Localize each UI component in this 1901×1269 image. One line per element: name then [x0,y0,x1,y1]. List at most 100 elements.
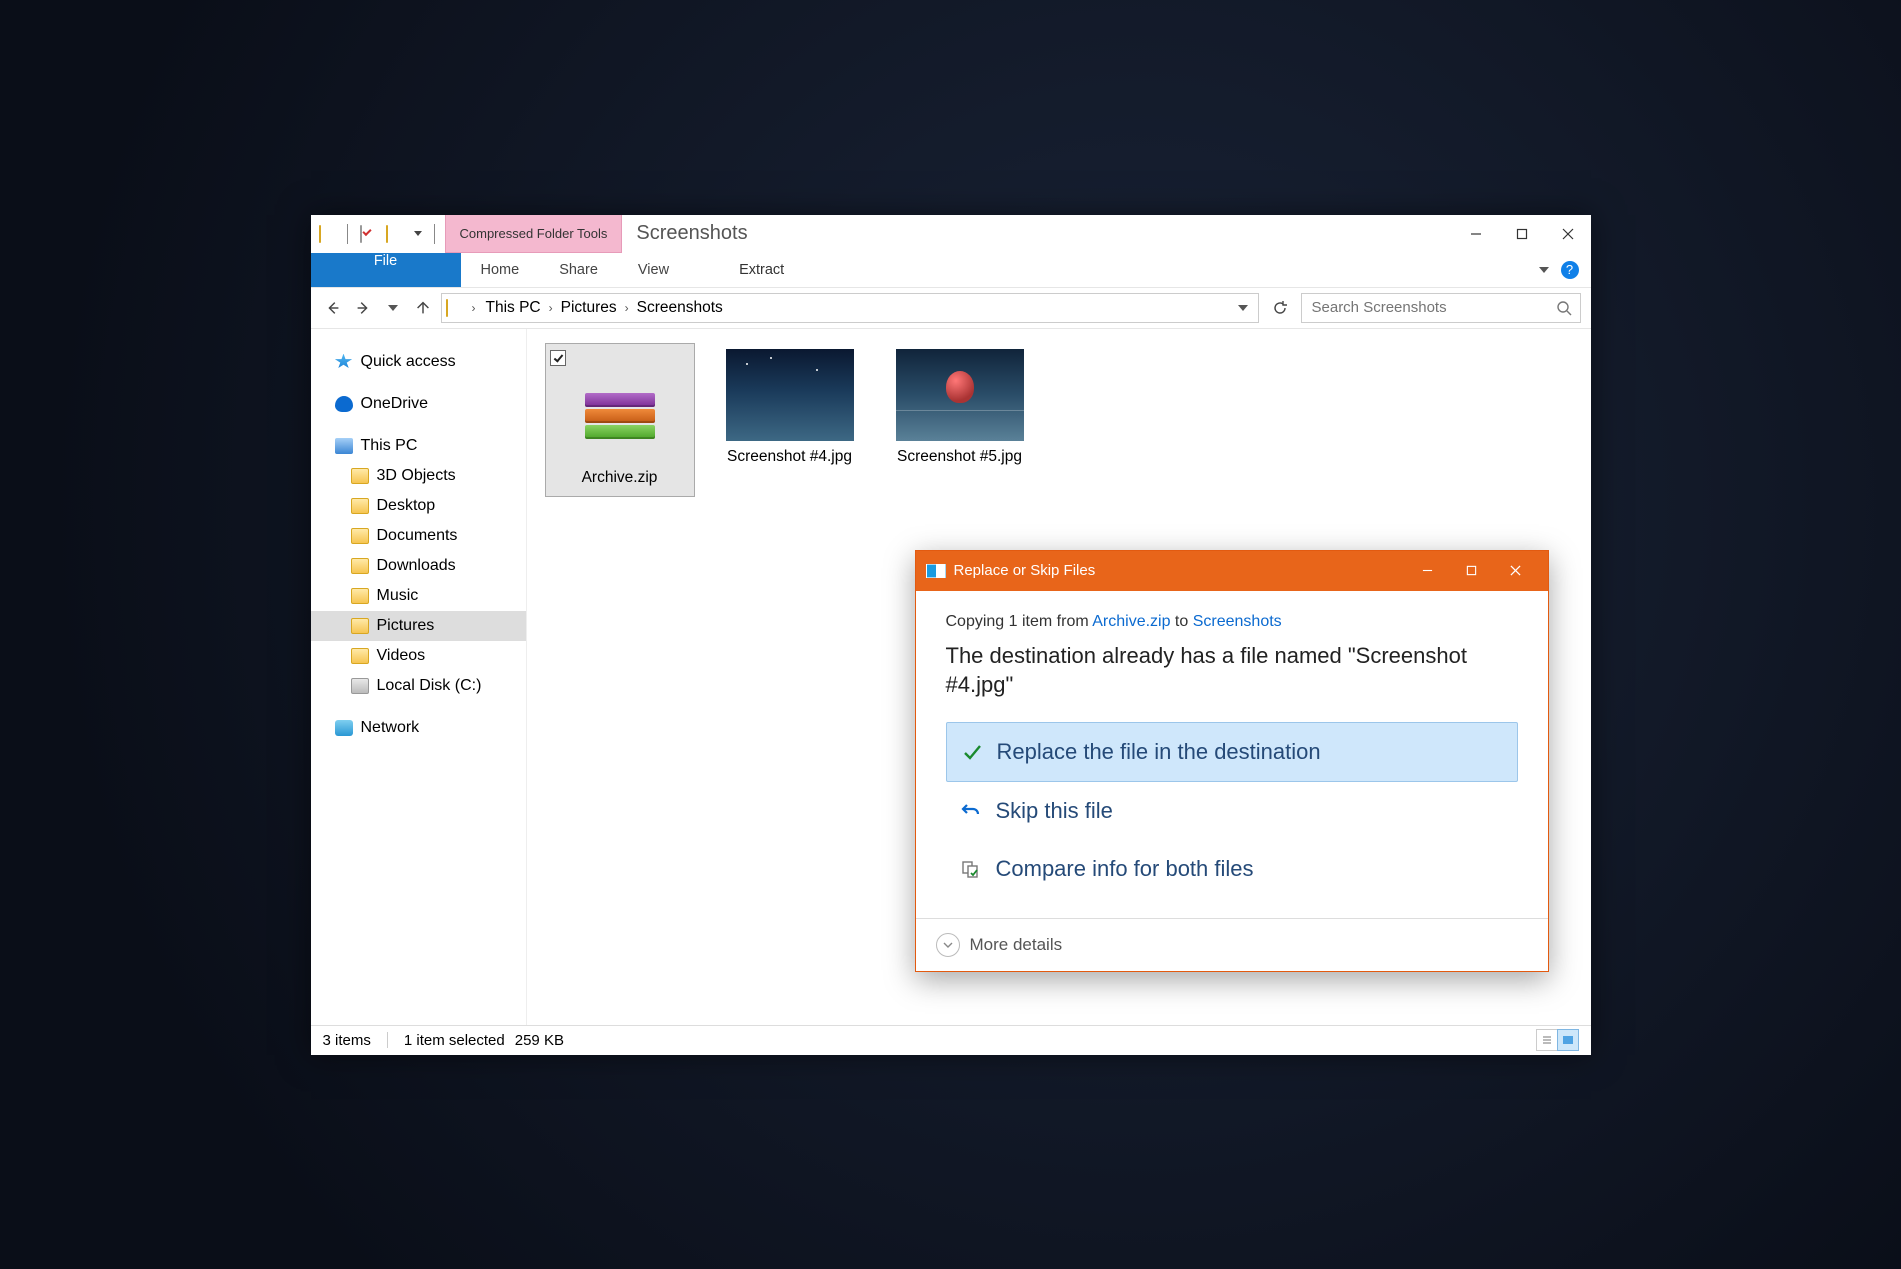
status-bar: 3 items 1 item selected 259 KB [311,1025,1591,1055]
image-thumbnail [896,349,1024,441]
address-bar[interactable]: › This PC › Pictures › Screenshots [441,293,1259,323]
crumb-this-pc[interactable]: This PC [486,299,541,317]
folder-icon [319,226,335,242]
network-icon [335,720,353,736]
more-details-button[interactable]: More details [970,935,1063,955]
sidebar-item-music[interactable]: Music [311,581,526,611]
folder-icon [351,618,369,634]
copy-mid: to [1170,613,1192,630]
status-size: 259 KB [515,1032,564,1049]
breadcrumb: This PC › Pictures › Screenshots [486,299,723,317]
tab-share[interactable]: Share [539,253,618,287]
option-label: Compare info for both files [996,856,1254,882]
search-input[interactable] [1310,298,1556,317]
sidebar-item-onedrive[interactable]: OneDrive [311,389,526,419]
details-view-button[interactable] [1536,1029,1558,1051]
sidebar-item-label: Pictures [377,617,435,635]
sidebar-item-desktop[interactable]: Desktop [311,491,526,521]
file-explorer-window: Compressed Folder Tools Screenshots File… [311,215,1591,1055]
sidebar-item-videos[interactable]: Videos [311,641,526,671]
sidebar-item-label: OneDrive [361,395,429,413]
selection-checkbox[interactable] [550,350,566,366]
window-controls [1453,215,1591,253]
forward-button[interactable] [351,296,375,320]
sidebar-item-pictures[interactable]: Pictures [311,611,526,641]
address-dropdown-button[interactable] [1232,297,1254,319]
quick-access-toolbar [311,215,445,253]
properties-icon[interactable] [360,226,376,242]
archive-icon [556,370,684,462]
sidebar-item-downloads[interactable]: Downloads [311,551,526,581]
thumbnail-icon [1562,1034,1574,1046]
option-replace[interactable]: Replace the file in the destination [946,722,1518,782]
sidebar-item-documents[interactable]: Documents [311,521,526,551]
dialog-minimize-button[interactable] [1406,551,1450,591]
sidebar-item-network[interactable]: Network [311,713,526,743]
search-box[interactable] [1301,293,1581,323]
file-name: Screenshot #4.jpg [727,447,852,468]
new-folder-icon[interactable] [386,226,402,242]
dialog-copy-status: Copying 1 item from Archive.zip to Scree… [946,613,1518,631]
tab-home[interactable]: Home [461,253,540,287]
navigation-pane: Quick access OneDrive This PC 3D Objects… [311,329,527,1025]
dialog-maximize-button[interactable] [1450,551,1494,591]
chevron-right-icon: › [625,301,629,315]
back-button[interactable] [321,296,345,320]
tab-extract[interactable]: Extract [719,253,804,287]
sidebar-item-quick-access[interactable]: Quick access [311,347,526,377]
ribbon-tabs: File Home Share View Extract ? [311,253,1591,287]
sidebar-item-label: Desktop [377,497,436,515]
file-item-screenshot5[interactable]: Screenshot #5.jpg [885,343,1035,498]
folder-icon [351,558,369,574]
help-icon[interactable]: ? [1561,261,1579,279]
crumb-screenshots[interactable]: Screenshots [637,299,723,317]
file-item-archive[interactable]: Archive.zip [545,343,695,498]
status-selection: 1 item selected [404,1032,505,1049]
option-compare[interactable]: Compare info for both files [946,840,1518,898]
sidebar-item-local-disk[interactable]: Local Disk (C:) [311,671,526,701]
copy-icon [926,564,946,578]
dialog-title: Replace or Skip Files [954,562,1096,579]
file-name: Screenshot #5.jpg [897,447,1022,468]
copy-dest-link[interactable]: Screenshots [1193,613,1282,630]
dialog-title-bar: Replace or Skip Files [916,551,1548,591]
copy-source-link[interactable]: Archive.zip [1092,613,1170,630]
recent-locations-button[interactable] [381,296,405,320]
sidebar-item-label: This PC [361,437,418,455]
ribbon-expand-icon[interactable] [1539,267,1549,273]
refresh-button[interactable] [1265,293,1295,323]
view-mode-buttons [1537,1029,1579,1051]
minimize-button[interactable] [1453,215,1499,253]
close-button[interactable] [1545,215,1591,253]
dialog-body: Copying 1 item from Archive.zip to Scree… [916,591,1548,918]
star-icon [335,354,353,370]
copy-prefix: Copying 1 item from [946,613,1093,630]
pc-icon [335,438,353,454]
sidebar-item-3d-objects[interactable]: 3D Objects [311,461,526,491]
folder-icon [351,528,369,544]
sidebar-item-this-pc[interactable]: This PC [311,431,526,461]
dialog-close-button[interactable] [1494,551,1538,591]
sidebar-item-label: Documents [377,527,458,545]
file-item-screenshot4[interactable]: Screenshot #4.jpg [715,343,865,498]
tab-view[interactable]: View [618,253,689,287]
up-button[interactable] [411,296,435,320]
separator [347,224,348,244]
option-label: Replace the file in the destination [997,739,1321,765]
thumbnails-view-button[interactable] [1557,1029,1579,1051]
option-skip[interactable]: Skip this file [946,782,1518,840]
tab-file[interactable]: File [311,253,461,287]
details-icon [1541,1034,1553,1046]
chevron-right-icon: › [549,301,553,315]
crumb-pictures[interactable]: Pictures [561,299,617,317]
sidebar-item-label: Quick access [361,353,456,371]
sidebar-item-label: Videos [377,647,426,665]
folder-icon [446,300,462,316]
chevron-right-icon: › [472,301,476,315]
qat-dropdown-icon[interactable] [414,231,422,236]
maximize-button[interactable] [1499,215,1545,253]
dialog-footer: More details [916,918,1548,971]
status-item-count: 3 items [323,1032,371,1049]
chevron-down-icon[interactable] [936,933,960,957]
separator [434,224,435,244]
